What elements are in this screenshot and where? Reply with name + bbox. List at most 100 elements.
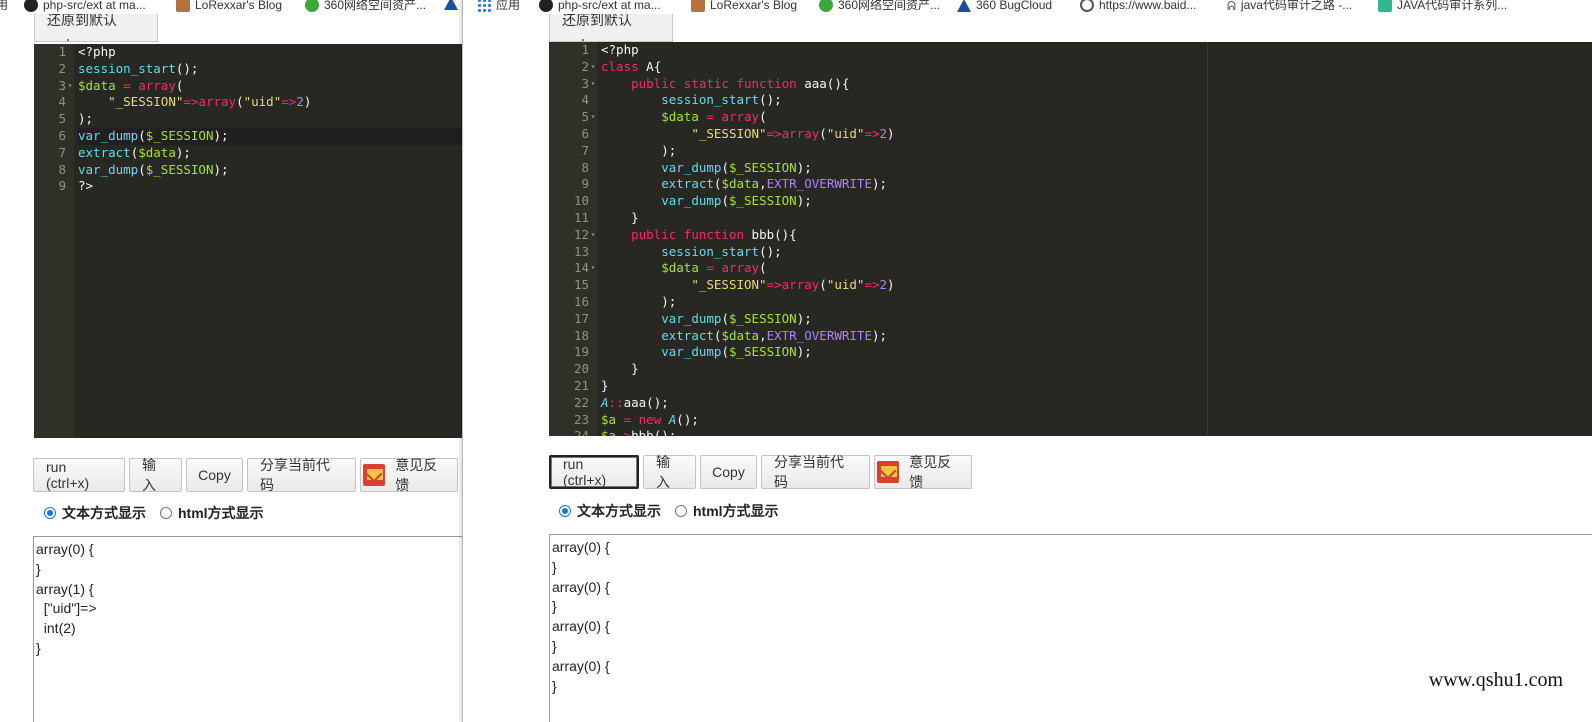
code-line[interactable]: ); [601, 294, 1592, 311]
feedback-button[interactable]: 意见反馈 [874, 454, 972, 490]
code-token: ); [796, 159, 812, 175]
text-mode-option[interactable]: 文本方式显示 [44, 503, 146, 523]
code-line[interactable]: var_dump($_SESSION); [601, 311, 1592, 328]
run-button[interactable]: run (ctrl+x) [549, 455, 639, 489]
code-line[interactable]: } [601, 378, 1592, 395]
fold-toggle-icon[interactable]: ▾ [589, 59, 597, 76]
code-line[interactable]: var_dump($_SESSION); [601, 344, 1592, 361]
code-line[interactable]: <?php [78, 44, 462, 61]
code-token: => [864, 125, 880, 141]
bookmark-php-src[interactable]: php-src/ext at ma... [24, 0, 146, 13]
bookmark-360-assets[interactable]: 360网络空间资产... [305, 0, 426, 13]
share-code-button[interactable]: 分享当前代码 [761, 454, 870, 490]
bookmark-apps[interactable]: 应用 [477, 0, 520, 13]
code-token: session_start [661, 92, 760, 108]
code-line[interactable]: $data = array( [601, 109, 1592, 126]
code-line[interactable]: session_start(); [601, 92, 1592, 109]
bookmark-java-audit[interactable]: ᕱ java代码审计之路 -... [1227, 0, 1352, 13]
code-line[interactable]: ); [601, 143, 1592, 160]
code-line[interactable]: "_SESSION"=>array("uid"=>2) [601, 277, 1592, 294]
input-button[interactable]: 输入 [643, 454, 696, 490]
code-line[interactable]: var_dump($_SESSION); [78, 162, 462, 179]
code-line[interactable]: ?> [78, 178, 462, 195]
code-line[interactable]: $a = new A(); [601, 412, 1592, 429]
code-token: (); [676, 411, 699, 427]
code-token: $_SESSION [728, 310, 797, 326]
fold-toggle-icon[interactable]: ▾ [589, 260, 597, 277]
code-line[interactable]: session_start(); [601, 244, 1592, 261]
code-line[interactable]: $a->bbb(); [601, 428, 1592, 436]
code-line[interactable]: } [601, 361, 1592, 378]
print-margin [1207, 42, 1208, 436]
copy-button[interactable]: Copy [700, 455, 757, 489]
code-line[interactable]: var_dump($_SESSION); [601, 160, 1592, 177]
feedback-button[interactable]: 意见反馈 [360, 457, 458, 493]
bookmark-bugcloud[interactable] [444, 0, 458, 10]
html-mode-option[interactable]: html方式显示 [675, 501, 779, 521]
restore-default-code-button[interactable]: 还原到默认code [34, 14, 158, 42]
code-token: "uid" [826, 125, 865, 141]
code-line[interactable]: extract($data,EXTR_OVERWRITE); [601, 176, 1592, 193]
restore-default-code-button[interactable]: 还原到默认code [549, 14, 673, 42]
code-area[interactable]: <?php class A{ public static function aaa… [601, 42, 1592, 436]
code-line[interactable]: } [601, 210, 1592, 227]
bookmark-baidu[interactable]: https://www.baid... [1080, 0, 1196, 13]
code-line[interactable]: extract($data); [78, 145, 462, 162]
fold-toggle-icon[interactable]: ▾ [66, 78, 74, 95]
code-line[interactable]: extract($data,EXTR_OVERWRITE); [601, 328, 1592, 345]
bookmark-java-series[interactable]: JAVA代码审计系列... [1378, 0, 1507, 13]
code-line[interactable]: public function bbb(){ [601, 227, 1592, 244]
code-line[interactable]: A::aaa(); [601, 395, 1592, 412]
bookmark-360-assets[interactable]: 360网络空间资产... [819, 0, 940, 13]
code-token: ); [871, 327, 888, 343]
code-line[interactable]: $data = array( [601, 260, 1592, 277]
text-mode-radio[interactable] [559, 505, 571, 517]
copy-button[interactable]: Copy [186, 458, 243, 492]
code-line[interactable]: "_SESSION"=>array("uid"=>2) [78, 94, 462, 111]
html-mode-radio[interactable] [160, 507, 172, 519]
fold-toggle-icon[interactable]: ▾ [589, 109, 597, 126]
code-line[interactable]: class A{ [601, 59, 1592, 76]
text-mode-option[interactable]: 文本方式显示 [559, 501, 661, 521]
code-line[interactable]: "_SESSION"=>array("uid"=>2) [601, 126, 1592, 143]
bookmark-lorexxar-blog[interactable]: LoRexxar's Blog [176, 0, 282, 13]
share-code-button[interactable]: 分享当前代码 [247, 457, 356, 493]
code-line[interactable]: public static function aaa(){ [601, 76, 1592, 93]
code-area[interactable]: <?php session_start(); $data = array( "_SE… [78, 44, 462, 195]
code-editor[interactable]: 1 2 3 ▾ 4 5 6 7 8 9 <?php session_start(); $data = … [34, 44, 462, 438]
blog-icon [691, 0, 705, 12]
code-token: EXTR_OVERWRITE [766, 176, 872, 192]
bookmark-360-bugcloud[interactable]: 360 BugCloud [957, 0, 1052, 13]
code-line[interactable]: <?php [601, 42, 1592, 59]
line-number: 1 [581, 42, 589, 57]
bookmark-apps[interactable]: 用 [0, 0, 8, 13]
bookmark-label: LoRexxar's Blog [195, 0, 282, 12]
code-token: ( [138, 127, 146, 143]
code-token: ); [78, 111, 94, 127]
bookmark-lorexxar-blog[interactable]: LoRexxar's Blog [691, 0, 797, 13]
fold-toggle-icon[interactable]: ▾ [589, 227, 597, 244]
input-button[interactable]: 输入 [129, 457, 182, 493]
text-mode-radio[interactable] [44, 507, 56, 519]
code-editor[interactable]: 1 2 ▾ 3 ▾ 4 5 ▾ 6 7 8 9 10 11 12 ▾ 13 14 ▾ 15 16 17 18 19 20 21 22… [549, 42, 1592, 436]
code-line[interactable]: var_dump($_SESSION); [601, 193, 1592, 210]
code-token: array [781, 125, 820, 141]
code-line[interactable]: ); [78, 111, 462, 128]
code-token: ); [601, 142, 677, 158]
output-panel[interactable]: array(0) {} array(0) {} array(0) {} array(0… [549, 534, 1592, 722]
line-number: 11 [573, 209, 589, 225]
html-mode-radio[interactable] [675, 505, 687, 517]
html-mode-option[interactable]: html方式显示 [160, 503, 264, 523]
code-line[interactable]: $data = array( [78, 78, 462, 95]
run-button[interactable]: run (ctrl+x) [33, 458, 125, 492]
output-panel[interactable]: array(0) {} array(1) { ["uid"]=> int(2)} [33, 536, 462, 722]
code-line[interactable]: session_start(); [78, 61, 462, 78]
code-token: array [138, 77, 176, 93]
code-token: (); [759, 92, 782, 108]
fold-toggle-icon[interactable]: ▾ [589, 76, 597, 93]
code-line[interactable]: var_dump($_SESSION); [78, 127, 462, 145]
bookmark-php-src[interactable]: php-src/ext at ma... [539, 0, 661, 13]
